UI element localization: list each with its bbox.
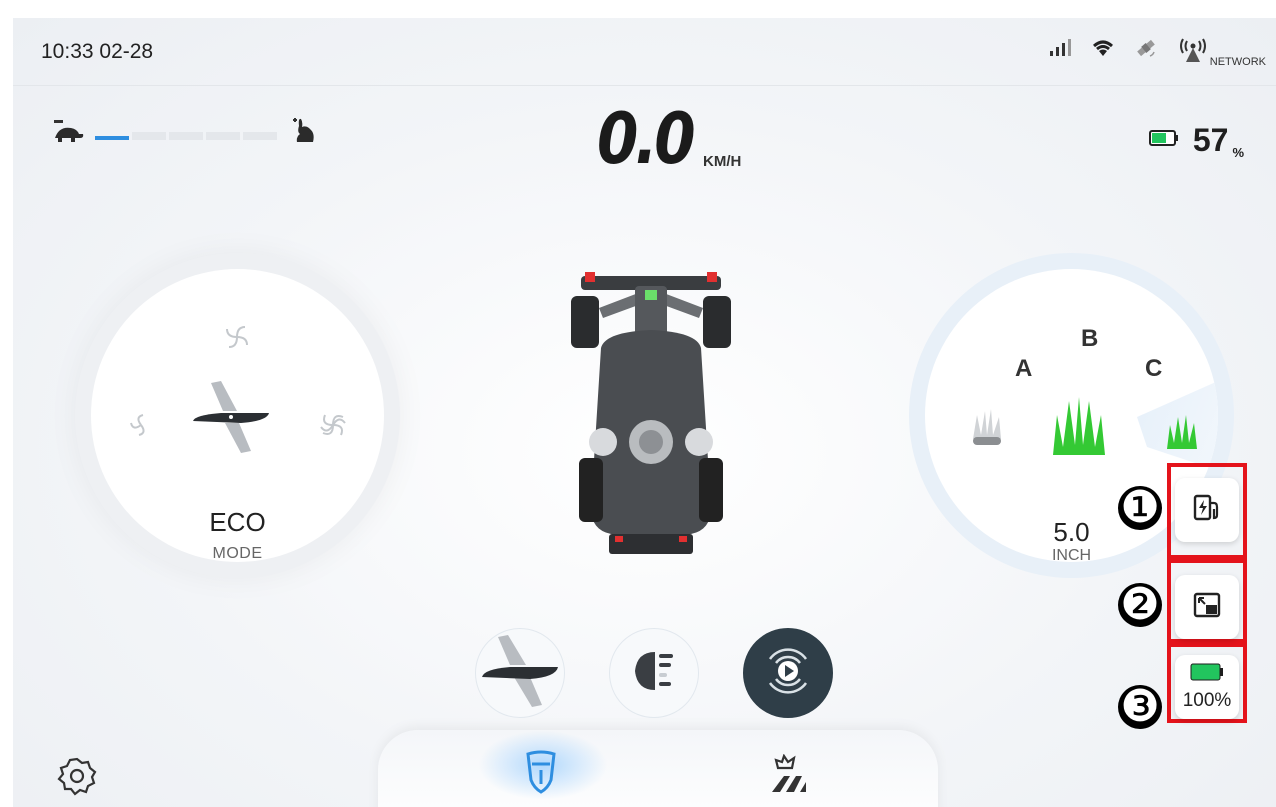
speed-level-bars [95,131,277,140]
minimize-window-button[interactable] [1175,575,1239,639]
rabbit-icon [287,116,321,155]
field-mowing-icon[interactable] [770,753,810,799]
speed-readout: 0.0 KM/H [597,104,741,174]
headlight-button[interactable] [609,628,699,718]
speed-bar [95,135,129,140]
status-icons: NETWORK [1048,36,1266,68]
annotation-badge-2-label: ❷ [1120,579,1160,630]
annotation-badge-1: ❶ [1118,486,1162,530]
clock: 10:33 02-28 [41,40,154,63]
annotation-badge-3-label: ❸ [1120,681,1160,732]
autopilot-play-icon [756,639,820,708]
wifi-icon [1090,37,1116,64]
gear-icon [57,757,97,800]
battery-percent: 57 [1192,122,1229,158]
annotation-badge-1-label: ❶ [1120,482,1160,533]
blade-icon [478,629,562,718]
mode-value: ECO [209,507,266,537]
speed-bar [169,131,203,140]
satellite-icon [1134,36,1158,65]
mower-vehicle-image [561,268,741,573]
battery-percent-sign: % [1232,145,1244,160]
charging-station-icon [1192,493,1222,528]
annotation-badge-3: ❸ [1118,685,1162,729]
battery-indicator: 57% [1148,122,1244,160]
bottom-nav [378,730,938,807]
speed-bar [243,131,277,140]
mode-label: MODE [212,545,263,562]
grass-selected-icon [1165,411,1199,456]
speed-bar [206,131,240,140]
autopilot-button[interactable] [743,628,833,718]
network-antenna-icon: NETWORK [1176,38,1266,68]
fan-mid-icon [221,321,253,358]
speed-unit: KM/H [703,153,742,170]
blade-icon [191,377,271,462]
turtle-icon [51,118,85,153]
signal-icon [1048,38,1072,63]
blade-control-button[interactable] [475,628,565,718]
minimize-window-icon [1192,590,1222,625]
status-bar: 10:33 02-28 NETWORK [13,18,1276,86]
mode-dial[interactable]: ECO MODE [75,253,400,578]
mode-dial-face: ECO MODE [91,269,384,562]
settings-button[interactable] [57,756,97,801]
charging-station-button[interactable] [1175,478,1239,542]
network-label: NETWORK [1209,55,1266,68]
grass-low-icon [971,405,1003,452]
annotation-badge-2: ❷ [1118,583,1162,627]
robot-battery-status: 100% [1175,655,1239,719]
headlight-icon [631,648,677,699]
fan-high-icon [317,409,349,446]
speed-level-gauge[interactable] [51,116,321,155]
app-screen: 10:33 02-28 NETWORK 0.0 KM/H 57 % ECO MO… [13,18,1276,807]
preset-b-label[interactable]: B [1081,325,1098,353]
side-panel: 100% ❶ ❷ ❸ [1118,463,1247,763]
drive-shield-icon[interactable] [524,750,558,799]
speed-bar [132,131,166,140]
battery-full-icon [1190,663,1224,686]
preset-c-label[interactable]: C [1145,355,1162,383]
robot-battery-percent: 100% [1182,689,1232,711]
battery-icon [1148,129,1179,152]
preset-a-label[interactable]: A [1015,355,1032,383]
speed-value: 0.0 [597,98,696,180]
fan-low-icon [125,409,157,446]
grass-high-icon [1049,395,1109,464]
